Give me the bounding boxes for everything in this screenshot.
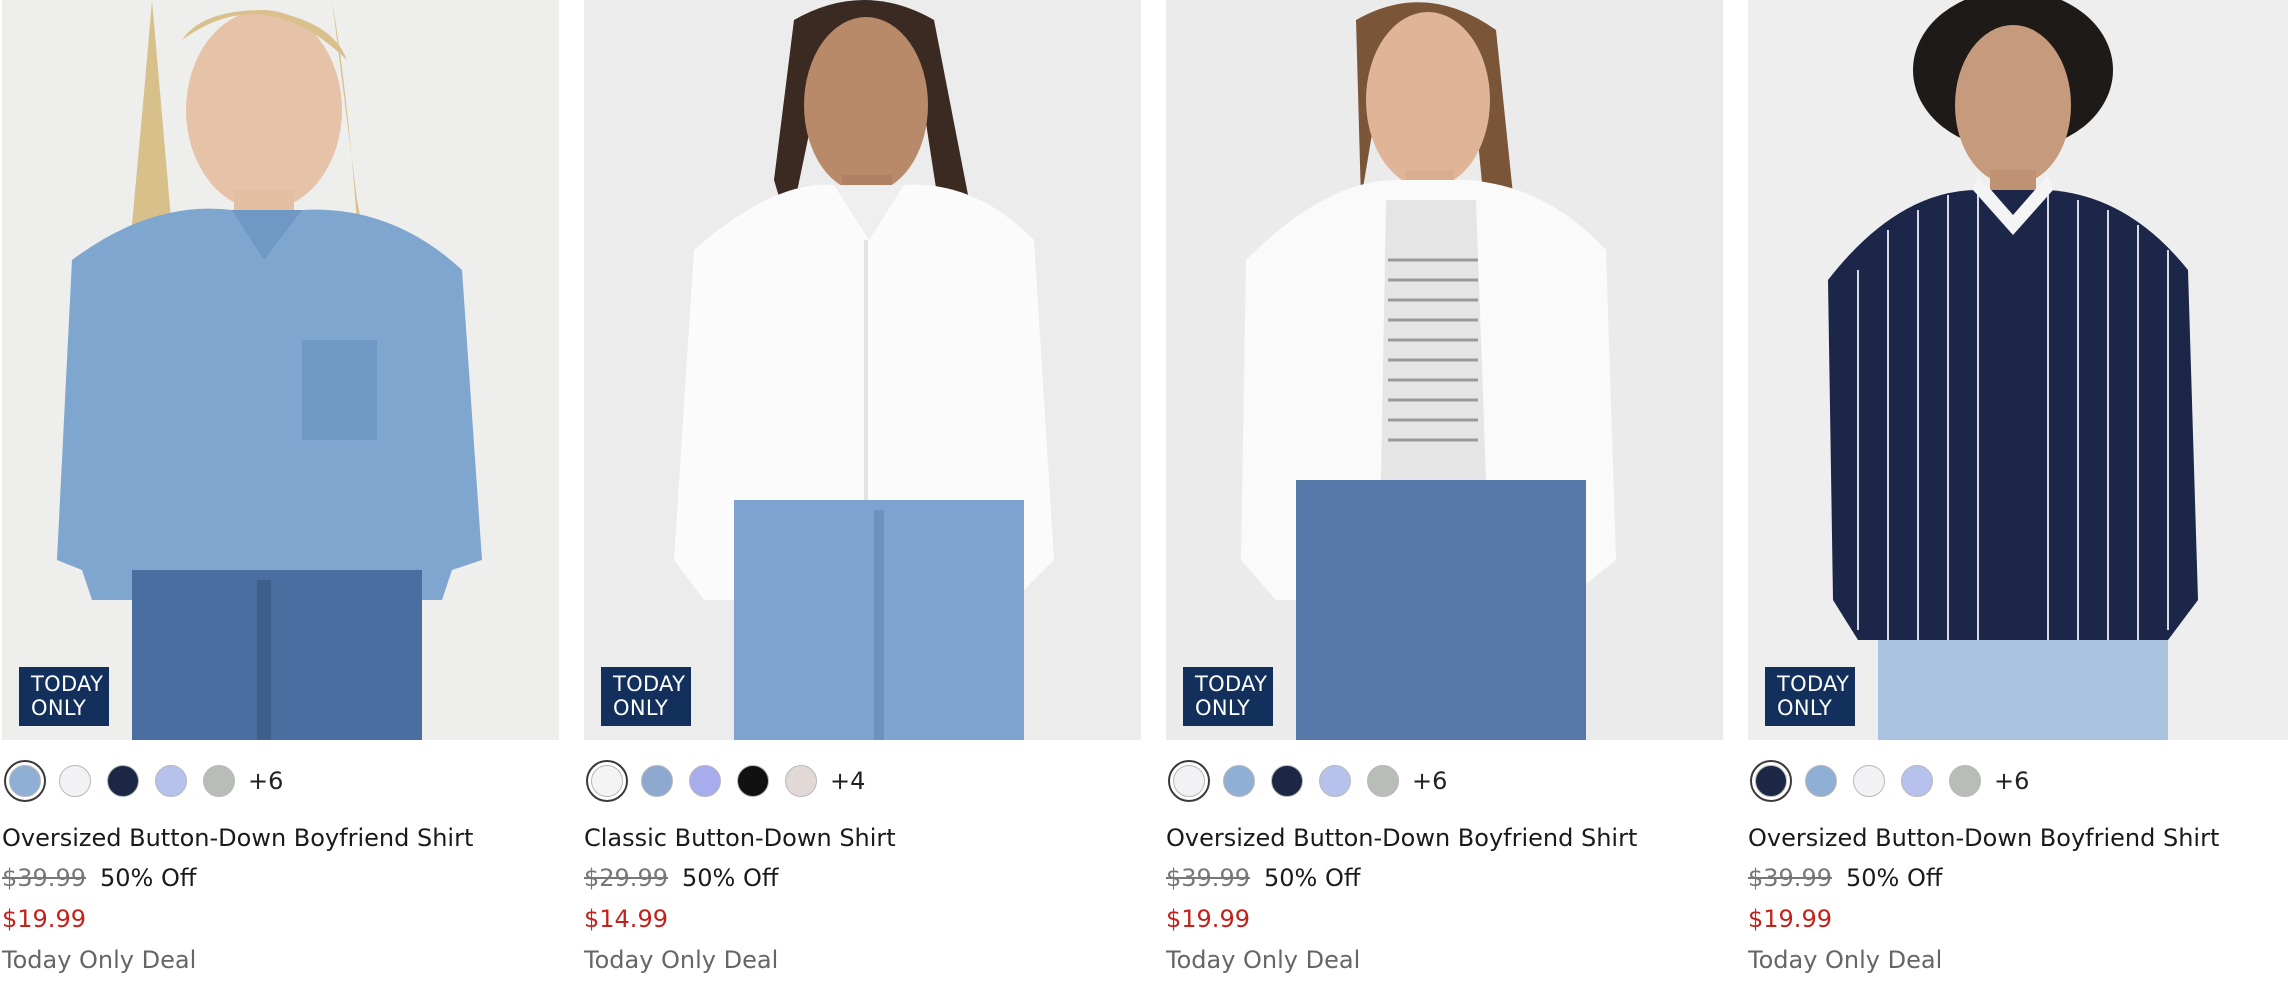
swatch-color bbox=[59, 765, 91, 797]
swatch-color bbox=[737, 765, 769, 797]
discount-label: 50% Off bbox=[1263, 864, 1361, 892]
product-photo-open-white-shirt bbox=[1166, 0, 1723, 740]
swatch-color bbox=[1755, 765, 1787, 797]
color-swatches: +6 bbox=[2, 760, 559, 804]
sale-price: $19.99 bbox=[1748, 905, 1832, 933]
more-colors-link[interactable]: +4 bbox=[830, 766, 865, 796]
price-row: $39.99 50% Off bbox=[2, 862, 196, 894]
swatch-color bbox=[9, 765, 41, 797]
color-swatch-selected[interactable] bbox=[586, 760, 628, 802]
product-image[interactable]: TODAY ONLY bbox=[584, 0, 1141, 740]
color-swatch-selected[interactable] bbox=[1168, 760, 1210, 802]
swatch-color bbox=[1173, 765, 1205, 797]
product-photo-denim-shirt bbox=[2, 0, 559, 740]
swatch-color bbox=[1901, 765, 1933, 797]
sale-price: $19.99 bbox=[2, 905, 86, 933]
color-swatch[interactable] bbox=[106, 764, 140, 798]
today-only-badge: TODAY ONLY bbox=[601, 667, 691, 726]
swatch-color bbox=[1367, 765, 1399, 797]
price-row: $39.99 50% Off bbox=[1166, 862, 1360, 894]
color-swatch[interactable] bbox=[1852, 764, 1886, 798]
product-title[interactable]: Oversized Button-Down Boyfriend Shirt bbox=[1748, 822, 2219, 854]
color-swatch[interactable] bbox=[1270, 764, 1304, 798]
discount-label: 50% Off bbox=[99, 864, 197, 892]
swatch-color bbox=[785, 765, 817, 797]
product-card: TODAY ONLY +6 Oversized Button-Down Boyf… bbox=[1748, 0, 2288, 986]
color-swatch[interactable] bbox=[1318, 764, 1352, 798]
swatch-color bbox=[591, 765, 623, 797]
promo-label: Today Only Deal bbox=[2, 946, 197, 974]
color-swatches: +6 bbox=[1748, 760, 2288, 804]
badge-line-1: TODAY bbox=[1195, 672, 1268, 696]
today-only-badge: TODAY ONLY bbox=[1765, 667, 1855, 726]
badge-line-2: ONLY bbox=[31, 696, 87, 720]
price-row: $29.99 50% Off bbox=[584, 862, 778, 894]
sale-price: $14.99 bbox=[584, 905, 668, 933]
color-swatch[interactable] bbox=[1900, 764, 1934, 798]
badge-line-1: TODAY bbox=[31, 672, 104, 696]
product-image[interactable]: TODAY ONLY bbox=[1166, 0, 1723, 740]
color-swatch-selected[interactable] bbox=[1750, 760, 1792, 802]
color-swatch[interactable] bbox=[784, 764, 818, 798]
promo-label: Today Only Deal bbox=[1748, 946, 1943, 974]
swatch-color bbox=[1853, 765, 1885, 797]
badge-line-2: ONLY bbox=[1777, 696, 1833, 720]
original-price: $39.99 bbox=[2, 864, 86, 892]
color-swatches: +6 bbox=[1166, 760, 1723, 804]
color-swatch[interactable] bbox=[688, 764, 722, 798]
swatch-color bbox=[1805, 765, 1837, 797]
today-only-badge: TODAY ONLY bbox=[1183, 667, 1273, 726]
badge-line-2: ONLY bbox=[1195, 696, 1251, 720]
color-swatch[interactable] bbox=[154, 764, 188, 798]
swatch-color bbox=[1223, 765, 1255, 797]
swatch-color bbox=[155, 765, 187, 797]
product-photo-white-shirt bbox=[584, 0, 1141, 740]
color-swatch[interactable] bbox=[1804, 764, 1838, 798]
color-swatch[interactable] bbox=[202, 764, 236, 798]
color-swatch[interactable] bbox=[1366, 764, 1400, 798]
product-photo-pinstripe-shirt bbox=[1748, 0, 2288, 740]
color-swatch-selected[interactable] bbox=[4, 760, 46, 802]
swatch-color bbox=[689, 765, 721, 797]
badge-line-1: TODAY bbox=[613, 672, 686, 696]
promo-label: Today Only Deal bbox=[584, 946, 779, 974]
color-swatch[interactable] bbox=[640, 764, 674, 798]
swatch-color bbox=[1319, 765, 1351, 797]
product-image[interactable]: TODAY ONLY bbox=[2, 0, 559, 740]
more-colors-link[interactable]: +6 bbox=[1994, 766, 2029, 796]
color-swatch[interactable] bbox=[1948, 764, 1982, 798]
swatch-color bbox=[107, 765, 139, 797]
today-only-badge: TODAY ONLY bbox=[19, 667, 109, 726]
product-title[interactable]: Oversized Button-Down Boyfriend Shirt bbox=[2, 822, 473, 854]
color-swatch[interactable] bbox=[1222, 764, 1256, 798]
product-title[interactable]: Classic Button-Down Shirt bbox=[584, 822, 896, 854]
product-image[interactable]: TODAY ONLY bbox=[1748, 0, 2288, 740]
discount-label: 50% Off bbox=[1845, 864, 1943, 892]
product-card: TODAY ONLY +6 Oversized Button-Down Boyf… bbox=[1166, 0, 1723, 986]
swatch-color bbox=[203, 765, 235, 797]
badge-line-1: TODAY bbox=[1777, 672, 1850, 696]
sale-price: $19.99 bbox=[1166, 905, 1250, 933]
swatch-color bbox=[641, 765, 673, 797]
discount-label: 50% Off bbox=[681, 864, 779, 892]
color-swatches: +4 bbox=[584, 760, 1141, 804]
color-swatch[interactable] bbox=[58, 764, 92, 798]
swatch-color bbox=[1271, 765, 1303, 797]
product-grid: TODAY ONLY +6 Oversized Button-Down Boyf… bbox=[0, 0, 2288, 986]
product-card: TODAY ONLY +6 Oversized Button-Down Boyf… bbox=[2, 0, 559, 986]
more-colors-link[interactable]: +6 bbox=[1412, 766, 1447, 796]
original-price: $39.99 bbox=[1748, 864, 1832, 892]
product-card: TODAY ONLY +4 Classic Button-Down Shirt … bbox=[584, 0, 1141, 986]
swatch-color bbox=[1949, 765, 1981, 797]
original-price: $39.99 bbox=[1166, 864, 1250, 892]
original-price: $29.99 bbox=[584, 864, 668, 892]
price-row: $39.99 50% Off bbox=[1748, 862, 1942, 894]
product-title[interactable]: Oversized Button-Down Boyfriend Shirt bbox=[1166, 822, 1637, 854]
badge-line-2: ONLY bbox=[613, 696, 669, 720]
more-colors-link[interactable]: +6 bbox=[248, 766, 283, 796]
color-swatch[interactable] bbox=[736, 764, 770, 798]
promo-label: Today Only Deal bbox=[1166, 946, 1361, 974]
